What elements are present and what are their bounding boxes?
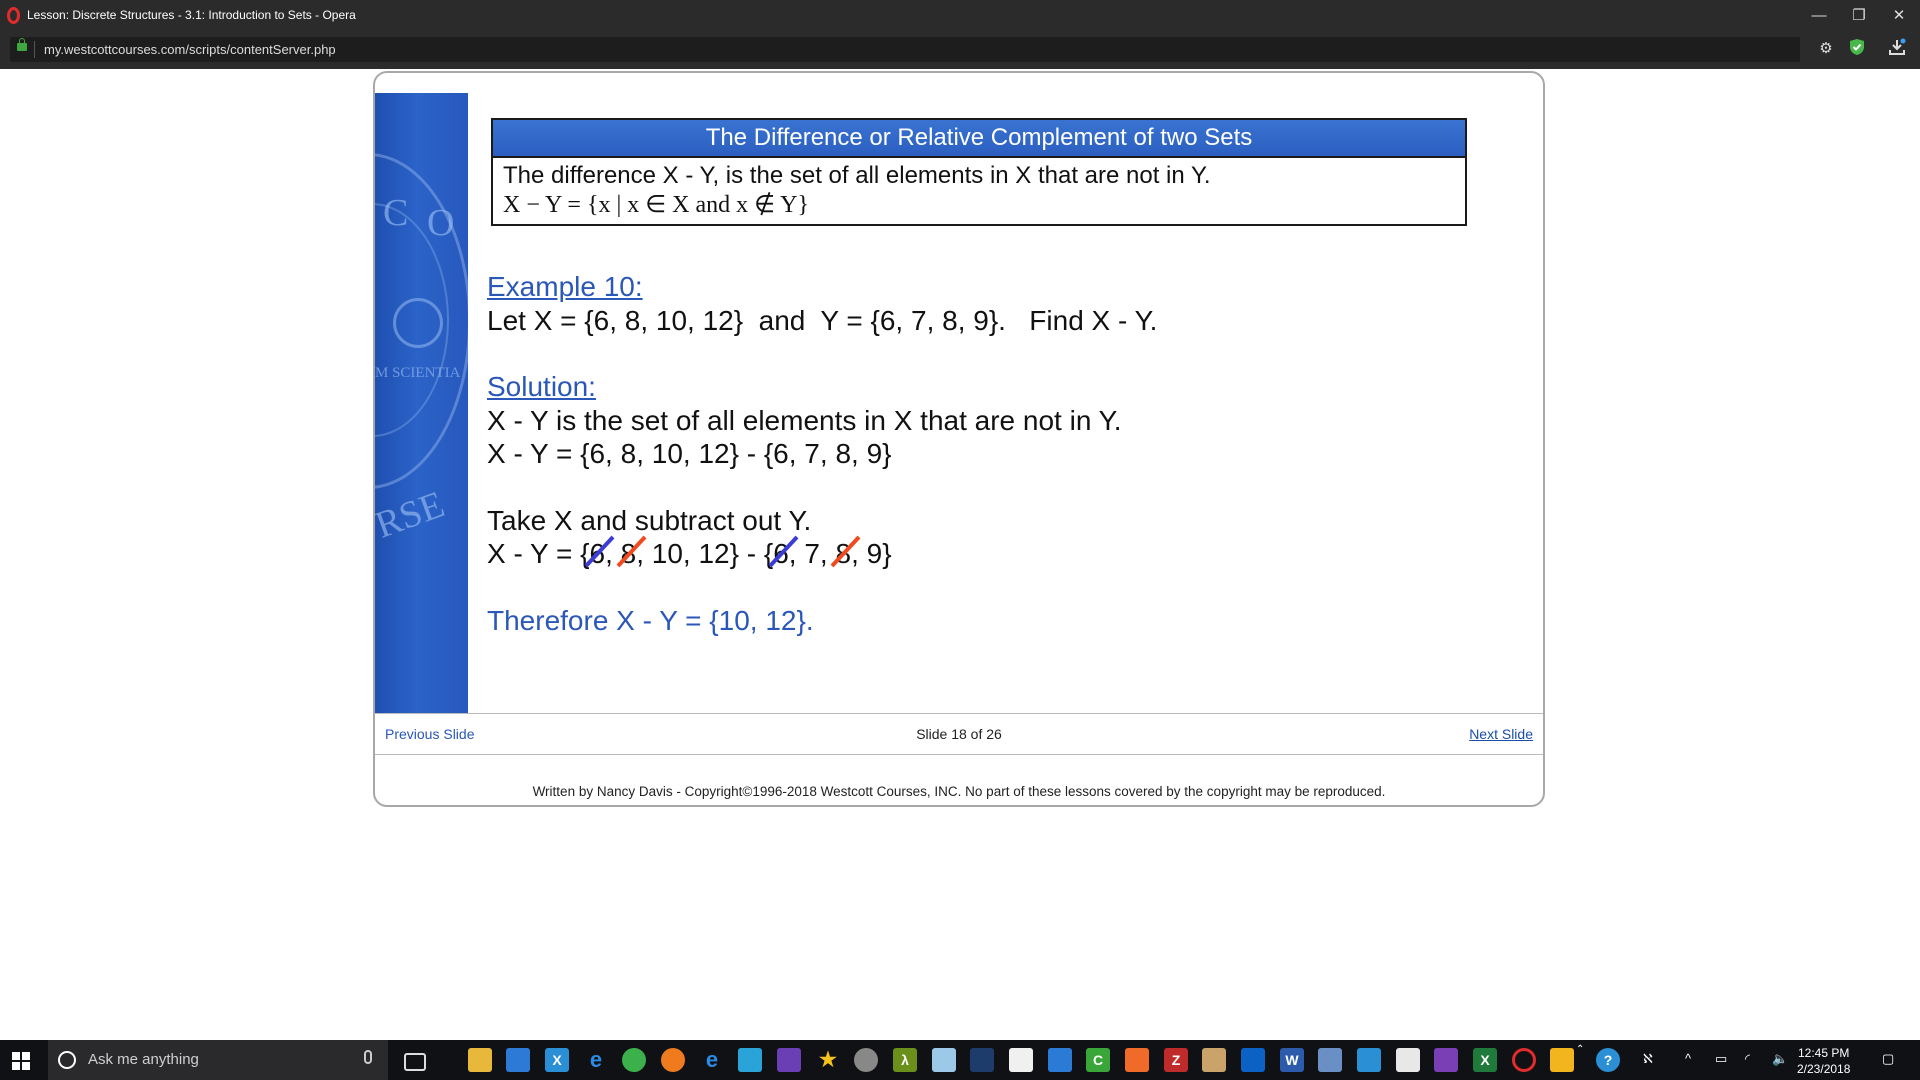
definition-formula: X − Y = {x | x ∈ X and x ∉ Y}	[503, 192, 810, 218]
chrome-icon[interactable]	[622, 1048, 646, 1072]
seal-scientia-text: M SCIENTIA	[375, 365, 461, 381]
app-icon-6[interactable]	[1048, 1048, 1072, 1072]
lock-icon	[17, 38, 27, 51]
definition-header: The Difference or Relative Complement of…	[493, 120, 1465, 158]
tray-scroll-up-icon[interactable]: ⌃	[1576, 1044, 1584, 1055]
lambda-app-icon[interactable]: λ	[893, 1048, 917, 1072]
url-text[interactable]: my.westcottcourses.com/scripts/contentSe…	[44, 42, 336, 57]
solution-line-1: X - Y is the set of all elements in X th…	[487, 405, 1122, 436]
solution-line-4: X - Y = {6, 8, 10, 12} - {6, 7, 8, 9}	[487, 535, 892, 570]
cortana-icon	[58, 1051, 76, 1069]
app-icon-4[interactable]	[932, 1048, 956, 1072]
url-separator	[34, 41, 35, 58]
file-explorer-icon[interactable]	[468, 1048, 492, 1072]
app-icon-7[interactable]	[1125, 1048, 1149, 1072]
address-bar: my.westcottcourses.com/scripts/contentSe…	[0, 31, 1920, 69]
slide-frame: C O M SCIENTIA RSE The Difference or Rel…	[373, 71, 1545, 807]
close-button[interactable]: ✕	[1879, 0, 1919, 31]
struck-eight-x: 8	[616, 535, 647, 570]
outlook-icon[interactable]	[1241, 1048, 1265, 1072]
slide-nav-bar: Slide 18 of 26 Previous Slide Next Slide	[375, 713, 1543, 755]
app-icon-10[interactable]	[1357, 1048, 1381, 1072]
app-icon-2[interactable]	[777, 1048, 801, 1072]
help-icon[interactable]: ?	[1596, 1048, 1620, 1072]
app-icon-11[interactable]	[1550, 1048, 1574, 1072]
camtasia-icon[interactable]: C	[1086, 1048, 1110, 1072]
copyright-text: Written by Nancy Davis - Copyright©1996-…	[532, 784, 1386, 799]
network-icon[interactable]: ◜	[1745, 1051, 1750, 1067]
solution-line-2: X - Y = {6, 8, 10, 12} - {6, 7, 8, 9}	[487, 438, 892, 469]
restore-button[interactable]: ❐	[1839, 0, 1879, 31]
struck-six-x: 6	[585, 535, 615, 570]
app-icon-5[interactable]	[970, 1048, 994, 1072]
microphone-icon[interactable]	[364, 1050, 372, 1064]
solution-line-3: Take X and subtract out Y.	[487, 505, 812, 536]
show-hidden-icons-chevron-icon[interactable]: ^	[1685, 1051, 1691, 1066]
solution-heading: Solution:	[487, 371, 596, 402]
struck-eight-y: 8	[831, 535, 861, 570]
system-clock[interactable]: 12:45 PM 2/23/2018	[1797, 1045, 1850, 1077]
slide-counter: Slide 18 of 26	[916, 726, 1002, 742]
start-button[interactable]	[12, 1052, 30, 1070]
title-bar: Lesson: Discrete Structures - 3.1: Intro…	[0, 0, 1920, 31]
windows-taskbar: Ask me anything X e e ★ λ C Z W X ⌃ ? ℵ …	[0, 1040, 1920, 1080]
window-title: Lesson: Discrete Structures - 3.1: Intro…	[27, 8, 356, 22]
seal-letter-o: O	[427, 202, 455, 244]
xamarin-icon[interactable]: X	[545, 1048, 569, 1072]
next-slide-link[interactable]: Next Slide	[1469, 726, 1533, 742]
struck-six-y: 6	[768, 535, 799, 570]
slide-sidebar-seal: C O M SCIENTIA RSE	[375, 93, 468, 713]
previous-slide-link[interactable]: Previous Slide	[385, 726, 475, 742]
calculator-icon[interactable]	[1009, 1048, 1033, 1072]
word-icon[interactable]: W	[1280, 1048, 1304, 1072]
clock-date: 2/23/2018	[1797, 1062, 1851, 1076]
opera-taskbar-icon[interactable]	[1512, 1048, 1536, 1072]
seal-globe-icon	[393, 298, 443, 348]
example-problem: Let X = {6, 8, 10, 12} and Y = {6, 7, 8,…	[487, 305, 1158, 336]
line4-middle: , 10, 12} - {	[636, 538, 774, 569]
vpn-shield-icon[interactable]	[1846, 38, 1868, 60]
visual-studio-icon[interactable]	[1434, 1048, 1458, 1072]
search-placeholder: Ask me anything	[88, 1051, 199, 1068]
mail-icon[interactable]	[1396, 1048, 1420, 1072]
settings-gear-icon[interactable]: ⚙	[1815, 38, 1837, 60]
app-icon-8[interactable]	[1202, 1048, 1226, 1072]
definition-text: The difference X - Y, is the set of all …	[503, 162, 1211, 189]
conclusion-text: Therefore X - Y = {10, 12}.	[487, 605, 814, 636]
clock-time: 12:45 PM	[1798, 1046, 1850, 1060]
star-app-icon[interactable]: ★	[816, 1048, 840, 1072]
firefox-icon[interactable]	[661, 1048, 685, 1072]
people-icon[interactable]: ℵ	[1643, 1051, 1653, 1067]
store-icon[interactable]	[506, 1048, 530, 1072]
battery-icon[interactable]: ▭	[1715, 1051, 1727, 1067]
edge-icon[interactable]: e	[584, 1048, 608, 1072]
url-field[interactable]: my.westcottcourses.com/scripts/contentSe…	[10, 37, 1800, 62]
task-view-icon[interactable]	[404, 1053, 426, 1071]
example-heading: Example 10:	[487, 271, 643, 302]
filezilla-icon[interactable]: Z	[1164, 1048, 1188, 1072]
downloads-icon[interactable]	[1886, 38, 1908, 60]
definition-box: The Difference or Relative Complement of…	[491, 118, 1467, 226]
app-icon-9[interactable]	[1318, 1048, 1342, 1072]
internet-explorer-icon[interactable]: e	[700, 1048, 724, 1072]
app-icon-3[interactable]	[854, 1048, 878, 1072]
excel-icon[interactable]: X	[1473, 1048, 1497, 1072]
opera-logo-icon	[7, 7, 20, 24]
cortana-search-box[interactable]: Ask me anything	[48, 1040, 388, 1080]
line4-prefix: X - Y = {	[487, 538, 590, 569]
minimize-button[interactable]: —	[1799, 0, 1839, 31]
action-center-icon[interactable]: ▢	[1882, 1051, 1894, 1067]
seal-letter-c: C	[383, 192, 409, 234]
seal-rse-text: RSE	[375, 483, 450, 547]
app-icon-1[interactable]	[738, 1048, 762, 1072]
volume-icon[interactable]: 🔈	[1772, 1051, 1788, 1067]
